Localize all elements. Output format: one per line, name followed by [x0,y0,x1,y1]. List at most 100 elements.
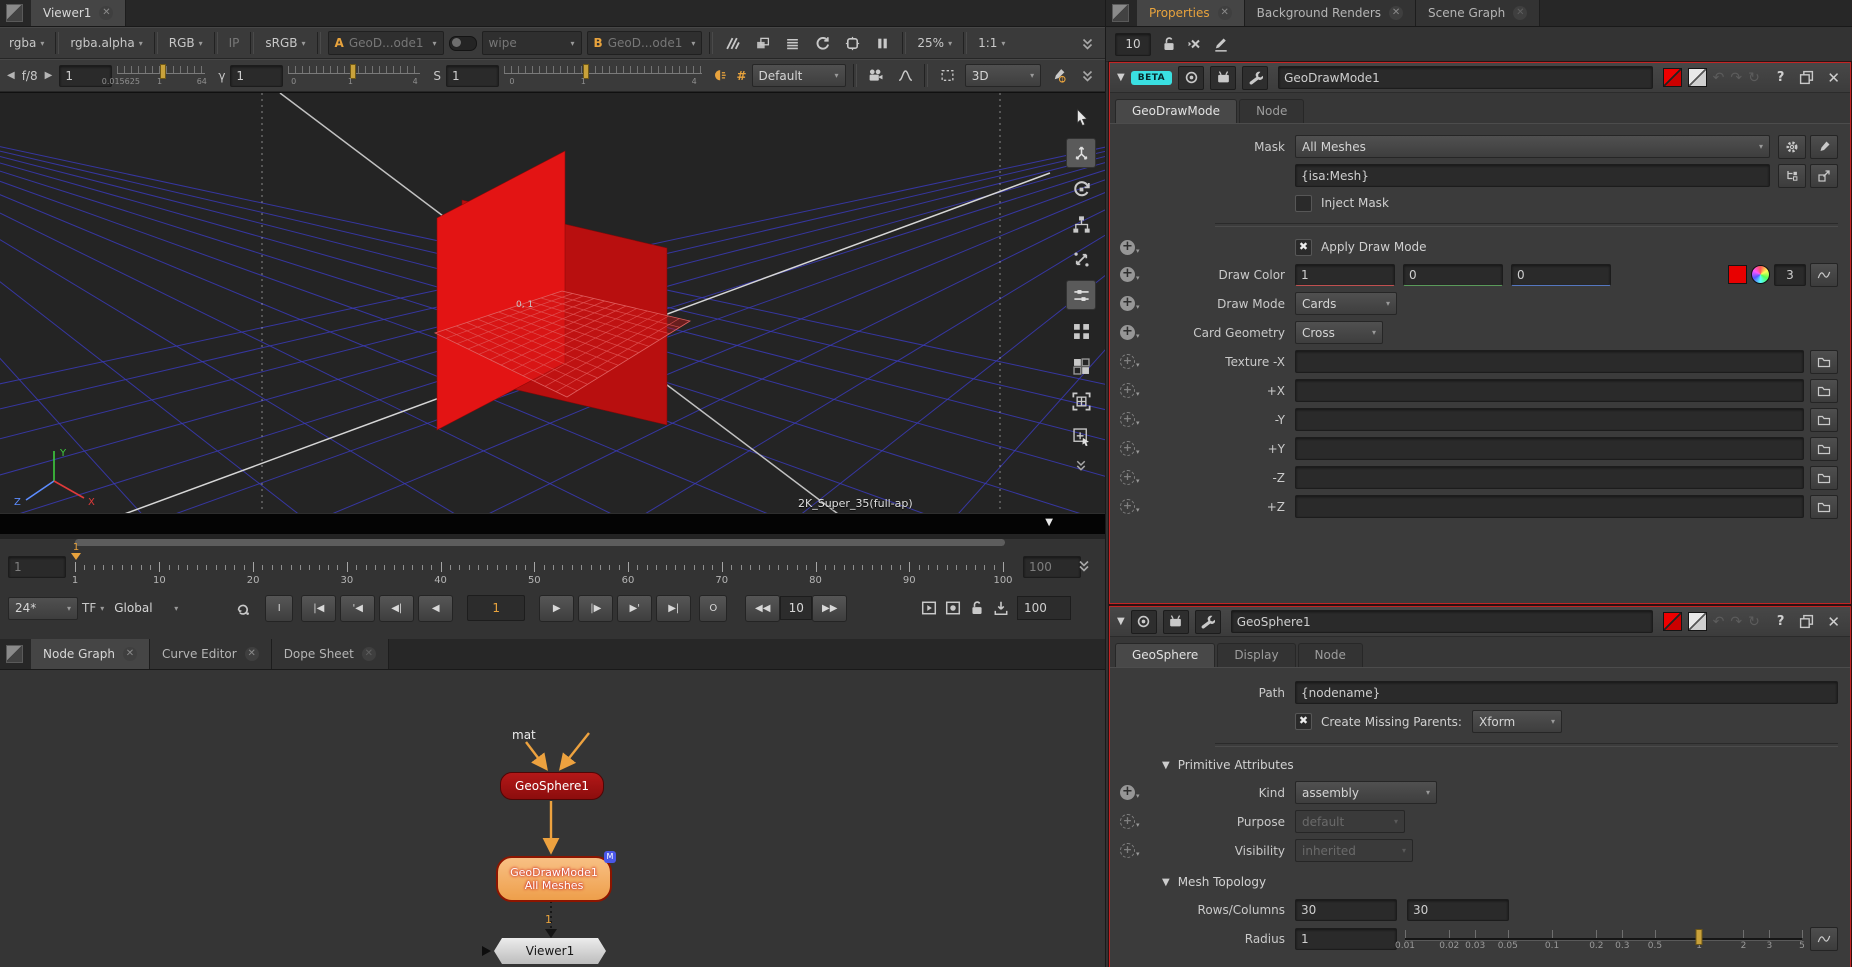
channel-count-button[interactable]: 3 [1774,264,1806,286]
create-missing-parents-checkbox[interactable] [1295,713,1312,730]
safe-area-icon[interactable] [840,32,865,55]
texture-file-field[interactable] [1295,437,1804,460]
wipe-toggle[interactable] [449,36,477,51]
translate-tool-icon[interactable] [1066,138,1096,168]
rotate-tool-icon[interactable] [1067,175,1095,203]
tab-node-graph[interactable]: Node Graph✕ [31,639,150,669]
card-geometry-dropdown[interactable]: Cross▾ [1295,321,1383,344]
pane-menu-icon[interactable] [6,4,23,22]
render-export-icon[interactable] [993,600,1009,616]
proxy-ratio-dropdown[interactable]: 1:1▾ [974,36,1009,50]
scanline-icon[interactable] [780,32,805,55]
texture-file-field[interactable] [1295,495,1804,518]
add-keyframe-icon[interactable]: +▾ [1120,441,1150,456]
set-out-button[interactable]: O [699,595,727,622]
add-keyframe-icon[interactable]: +▾ [1120,499,1150,514]
draw-color-b-field[interactable]: 0 [1511,264,1611,286]
draw-color-r-field[interactable]: 1 [1295,264,1395,286]
range-start-field[interactable]: 1 [8,556,66,578]
texture-file-field[interactable] [1295,408,1804,431]
close-icon[interactable]: ✕ [99,6,113,20]
center-node-icon[interactable] [1178,66,1204,90]
display-channel-dropdown[interactable]: RGB▾ [165,36,207,50]
add-keyframe-icon[interactable]: +▾ [1120,354,1150,369]
fps-dropdown[interactable]: 24*▾ [8,597,78,620]
redo-icon[interactable]: ↷ [1730,614,1742,630]
undo-icon[interactable]: ↶ [1713,614,1725,630]
tab-geodrawmode[interactable]: GeoDrawMode [1115,99,1237,123]
wipe-mode-dropdown[interactable]: wipe▾ [482,31,582,55]
mesh-topology-section[interactable]: ▼ Mesh Topology [1162,871,1850,893]
more-tools-chevron[interactable] [1076,64,1100,87]
tf-dropdown[interactable]: TF▾ [78,601,108,615]
close-panel-icon[interactable]: ✕ [1824,69,1843,87]
animation-curve-button[interactable] [1810,263,1838,287]
add-keyframe-icon[interactable]: +▾ [1120,325,1150,340]
add-keyframe-icon[interactable]: +▾ [1120,383,1150,398]
node-name-field[interactable]: GeoSphere1 [1231,610,1653,633]
close-icon[interactable]: ✕ [1389,6,1403,20]
collapse-icon[interactable]: ▼ [1117,72,1125,83]
grid-snap-icon[interactable]: # [736,69,746,83]
texture-file-field[interactable] [1295,466,1804,489]
radius-field[interactable]: 1 [1295,928,1397,950]
color-wheel-icon[interactable] [1751,265,1770,284]
3d-viewport[interactable]: 0, 1 2K_Super_35(full-ap) Y Z X [0,92,1105,513]
file-browse-button[interactable] [1810,350,1838,374]
postage-stamp-icon[interactable] [1163,610,1189,634]
node-name-field[interactable]: GeoDrawMode1 [1278,66,1653,89]
revert-icon[interactable]: ↻ [1748,70,1760,86]
more-tools-chevron[interactable] [1067,457,1095,473]
timeline-chevron[interactable] [1078,558,1090,573]
loop-mode-icon[interactable] [230,597,255,620]
path-field[interactable]: {nodename} [1295,681,1838,704]
edit-icon[interactable] [1213,36,1229,52]
prev-aperture-icon[interactable]: ◀ [5,70,17,81]
transport-fwd-button-3[interactable]: ▶| [656,595,691,622]
postage-stamp-icon[interactable] [1210,66,1236,90]
tab-node[interactable]: Node [1239,99,1304,123]
transport-fwd-button-0[interactable]: ▶ [539,595,574,622]
range-end-field[interactable]: 100 [1023,556,1081,578]
scale-tool-icon[interactable] [1067,245,1095,273]
next-aperture-icon[interactable]: ▶ [43,70,55,81]
saturation-input[interactable]: 1 [446,65,499,87]
mask-settings-button[interactable] [1778,135,1806,159]
tab-scene-graph[interactable]: Scene Graph✕ [1416,0,1540,26]
tab-geosphere[interactable]: GeoSphere [1115,643,1215,667]
layer-dropdown[interactable]: rgba.alpha▾ [66,36,146,50]
refresh-icon[interactable] [810,32,835,55]
input-a-dropdown[interactable]: A GeoD...ode1▾ [328,31,444,55]
layout-grid-icon[interactable] [1067,317,1095,345]
select-tool-icon[interactable] [1067,103,1095,131]
clear-panels-icon[interactable] [1187,36,1203,52]
add-keyframe-icon[interactable]: +▾ [1120,412,1150,427]
help-button[interactable]: ? [1774,70,1788,85]
lock-range-icon[interactable] [969,600,985,616]
set-in-button[interactable]: I [265,595,293,622]
close-panel-icon[interactable]: ✕ [1824,613,1843,631]
gl-color-swatch[interactable] [1688,612,1707,631]
close-icon[interactable]: ✕ [362,647,376,661]
node-geodrawmode1[interactable]: GeoDrawMode1All Meshes M [496,856,612,902]
input-process-button[interactable]: IP [225,36,244,50]
purpose-dropdown[interactable]: default▾ [1295,810,1405,833]
float-window-icon[interactable] [1799,614,1814,629]
layout-bars-icon[interactable] [1066,280,1096,310]
kind-dropdown[interactable]: assembly▾ [1295,781,1437,804]
range-scope-dropdown[interactable]: Global▾ [108,598,184,619]
columns-field[interactable]: 30 [1407,899,1509,921]
timeline-zoom-bar[interactable] [75,539,1005,546]
global-range-end-field[interactable]: 100 [1017,596,1071,620]
node-geosphere1[interactable]: GeoSphere1 [500,772,604,800]
frame-step-field[interactable]: 10 [780,596,812,620]
dropdown-arrow-icon[interactable]: ▼ [1045,517,1053,528]
gain-slider[interactable]: 0.015625164 [117,63,205,89]
scenegraph-browse-button[interactable] [1778,164,1806,188]
add-keyframe-icon[interactable]: +▾ [1120,296,1150,311]
slider-handle[interactable] [1696,929,1703,945]
node-color-swatch[interactable] [1663,612,1682,631]
viewer-process-dropdown[interactable]: Default▾ [752,64,846,87]
tab-background-renders[interactable]: Background Renders✕ [1245,0,1416,26]
file-browse-button[interactable] [1810,408,1838,432]
